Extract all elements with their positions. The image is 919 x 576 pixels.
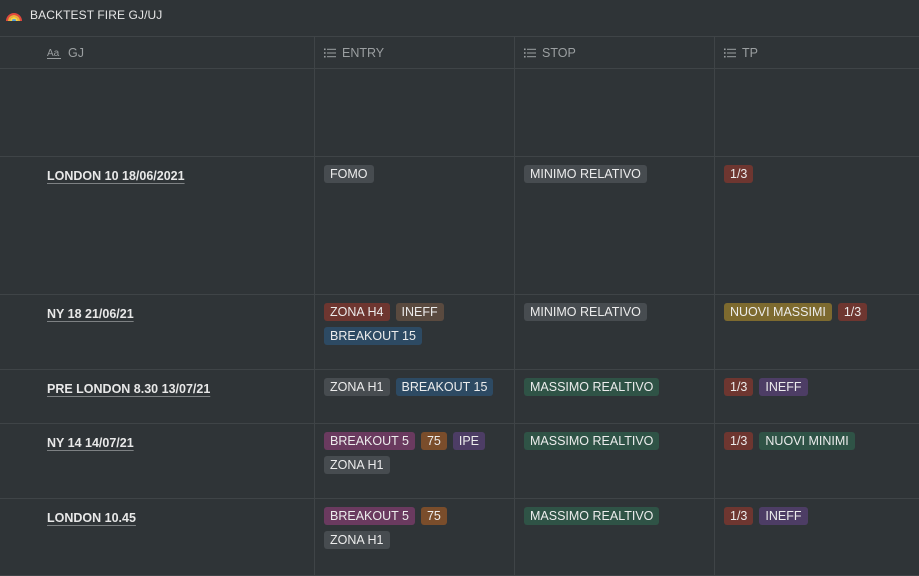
multi-select-icon: [524, 47, 536, 59]
select-tag[interactable]: 75: [420, 507, 447, 525]
select-tag[interactable]: 1/3: [724, 507, 754, 525]
table-row[interactable]: NY 14 14/07/21 BREAKOUT 5 75 IPE ZONA H1 MASS…: [0, 424, 919, 499]
column-header-label: GJ: [68, 46, 84, 60]
cell-stop[interactable]: MASSIMO REALTIVO: [514, 499, 714, 525]
cell-entry[interactable]: BREAKOUT 5 75 ZONA H1: [314, 499, 514, 549]
title-property-icon: Aa: [47, 47, 62, 59]
select-tag[interactable]: INEFF: [395, 303, 444, 321]
select-tag[interactable]: 75: [420, 432, 447, 450]
page-title: BACKTEST FIRE GJ/UJ: [30, 8, 163, 22]
tag-list: 1/3 NUOVI MINIMI: [724, 432, 911, 450]
select-tag[interactable]: INEFF: [759, 507, 808, 525]
column-header-entry[interactable]: ENTRY: [324, 37, 384, 69]
database-table: Aa GJ ENTRY STOP TP LONDON 10 18/06/2021 FOMO…: [0, 36, 919, 576]
select-tag[interactable]: BREAKOUT 5: [324, 432, 415, 450]
select-tag[interactable]: NUOVI MASSIMI: [724, 303, 832, 321]
tag-list: MASSIMO REALTIVO: [524, 507, 706, 525]
row-title-link[interactable]: LONDON 10.45: [47, 511, 136, 525]
tag-list: 1/3 INEFF: [724, 507, 911, 525]
table-row[interactable]: [0, 69, 919, 157]
select-tag[interactable]: MINIMO RELATIVO: [524, 165, 647, 183]
select-tag[interactable]: BREAKOUT 15: [324, 327, 422, 345]
table-row[interactable]: LONDON 10.45 BREAKOUT 5 75 ZONA H1 MASSIMO R…: [0, 499, 919, 576]
column-header-gj[interactable]: Aa GJ: [47, 37, 84, 69]
cell-stop[interactable]: MINIMO RELATIVO: [514, 157, 714, 183]
multi-select-icon: [724, 47, 736, 59]
cell-entry[interactable]: BREAKOUT 5 75 IPE ZONA H1: [314, 424, 514, 474]
select-tag[interactable]: ZONA H1: [324, 378, 390, 396]
select-tag[interactable]: BREAKOUT 5: [324, 507, 415, 525]
tag-list: MASSIMO REALTIVO: [524, 432, 706, 450]
cell-stop[interactable]: [514, 69, 714, 77]
row-title-link[interactable]: LONDON 10 18/06/2021: [47, 169, 185, 183]
tag-list: NUOVI MASSIMI 1/3: [724, 303, 911, 321]
select-tag[interactable]: 1/3: [724, 165, 754, 183]
tag-list: MINIMO RELATIVO: [524, 303, 706, 321]
select-tag[interactable]: MASSIMO REALTIVO: [524, 432, 660, 450]
cell-tp[interactable]: [714, 69, 919, 77]
select-tag[interactable]: 1/3: [724, 378, 754, 396]
select-tag[interactable]: IPE: [452, 432, 486, 450]
cell-gj[interactable]: NY 14 14/07/21: [0, 424, 314, 452]
cell-tp[interactable]: 1/3 NUOVI MINIMI: [714, 424, 919, 450]
tag-list: BREAKOUT 5 75 ZONA H1: [324, 507, 506, 549]
page-header: BACKTEST FIRE GJ/UJ: [0, 0, 919, 30]
cell-gj[interactable]: [0, 69, 314, 79]
cell-stop[interactable]: MINIMO RELATIVO: [514, 295, 714, 321]
cell-gj[interactable]: NY 18 21/06/21: [0, 295, 314, 323]
tag-list: 1/3: [724, 165, 911, 183]
row-title-link[interactable]: NY 18 21/06/21: [47, 307, 134, 321]
rainbow-icon: [6, 13, 22, 22]
column-header-label: ENTRY: [342, 46, 385, 60]
table-row[interactable]: NY 18 21/06/21 ZONA H4 INEFF BREAKOUT 15 MIN…: [0, 295, 919, 370]
select-tag[interactable]: MASSIMO REALTIVO: [524, 378, 660, 396]
cell-gj[interactable]: LONDON 10.45: [0, 499, 314, 527]
tag-list: FOMO: [324, 165, 506, 183]
select-tag[interactable]: FOMO: [324, 165, 374, 183]
row-title-link[interactable]: PRE LONDON 8.30 13/07/21: [47, 382, 210, 396]
select-tag[interactable]: ZONA H1: [324, 456, 390, 474]
cell-entry[interactable]: ZONA H1 BREAKOUT 15: [314, 370, 514, 396]
cell-entry[interactable]: FOMO: [314, 157, 514, 183]
tag-list: ZONA H4 INEFF BREAKOUT 15: [324, 303, 506, 345]
cell-stop[interactable]: MASSIMO REALTIVO: [514, 424, 714, 450]
tag-list: MASSIMO REALTIVO: [524, 378, 706, 396]
cell-tp[interactable]: 1/3: [714, 157, 919, 183]
select-tag[interactable]: 1/3: [724, 432, 754, 450]
cell-tp[interactable]: 1/3 INEFF: [714, 370, 919, 396]
column-header-stop[interactable]: STOP: [524, 37, 576, 69]
multi-select-icon: [324, 47, 336, 59]
cell-gj[interactable]: PRE LONDON 8.30 13/07/21: [0, 370, 314, 398]
column-header-tp[interactable]: TP: [724, 37, 758, 69]
select-tag[interactable]: ZONA H4: [324, 303, 390, 321]
tag-list: ZONA H1 BREAKOUT 15: [324, 378, 506, 396]
table-header: Aa GJ ENTRY STOP TP: [0, 36, 919, 69]
cell-stop[interactable]: MASSIMO REALTIVO: [514, 370, 714, 396]
column-header-label: TP: [742, 46, 758, 60]
cell-tp[interactable]: NUOVI MASSIMI 1/3: [714, 295, 919, 321]
select-tag[interactable]: MASSIMO REALTIVO: [524, 507, 660, 525]
select-tag[interactable]: ZONA H1: [324, 531, 390, 549]
select-tag[interactable]: NUOVI MINIMI: [759, 432, 855, 450]
tag-list: 1/3 INEFF: [724, 378, 911, 396]
select-tag[interactable]: 1/3: [837, 303, 868, 321]
column-header-label: STOP: [542, 46, 576, 60]
svg-text:Aa: Aa: [47, 48, 60, 59]
select-tag[interactable]: INEFF: [759, 378, 808, 396]
row-title-link[interactable]: NY 14 14/07/21: [47, 436, 134, 450]
cell-tp[interactable]: 1/3 INEFF: [714, 499, 919, 525]
cell-entry[interactable]: ZONA H4 INEFF BREAKOUT 15: [314, 295, 514, 345]
tag-list: BREAKOUT 5 75 IPE ZONA H1: [324, 432, 506, 474]
cell-gj[interactable]: LONDON 10 18/06/2021: [0, 157, 314, 185]
select-tag[interactable]: MINIMO RELATIVO: [524, 303, 647, 321]
table-row[interactable]: PRE LONDON 8.30 13/07/21 ZONA H1 BREAKOUT …: [0, 370, 919, 424]
cell-entry[interactable]: [314, 69, 514, 77]
select-tag[interactable]: BREAKOUT 15: [395, 378, 494, 396]
tag-list: MINIMO RELATIVO: [524, 165, 706, 183]
table-row[interactable]: LONDON 10 18/06/2021 FOMO MINIMO RELATIVO 1…: [0, 157, 919, 295]
